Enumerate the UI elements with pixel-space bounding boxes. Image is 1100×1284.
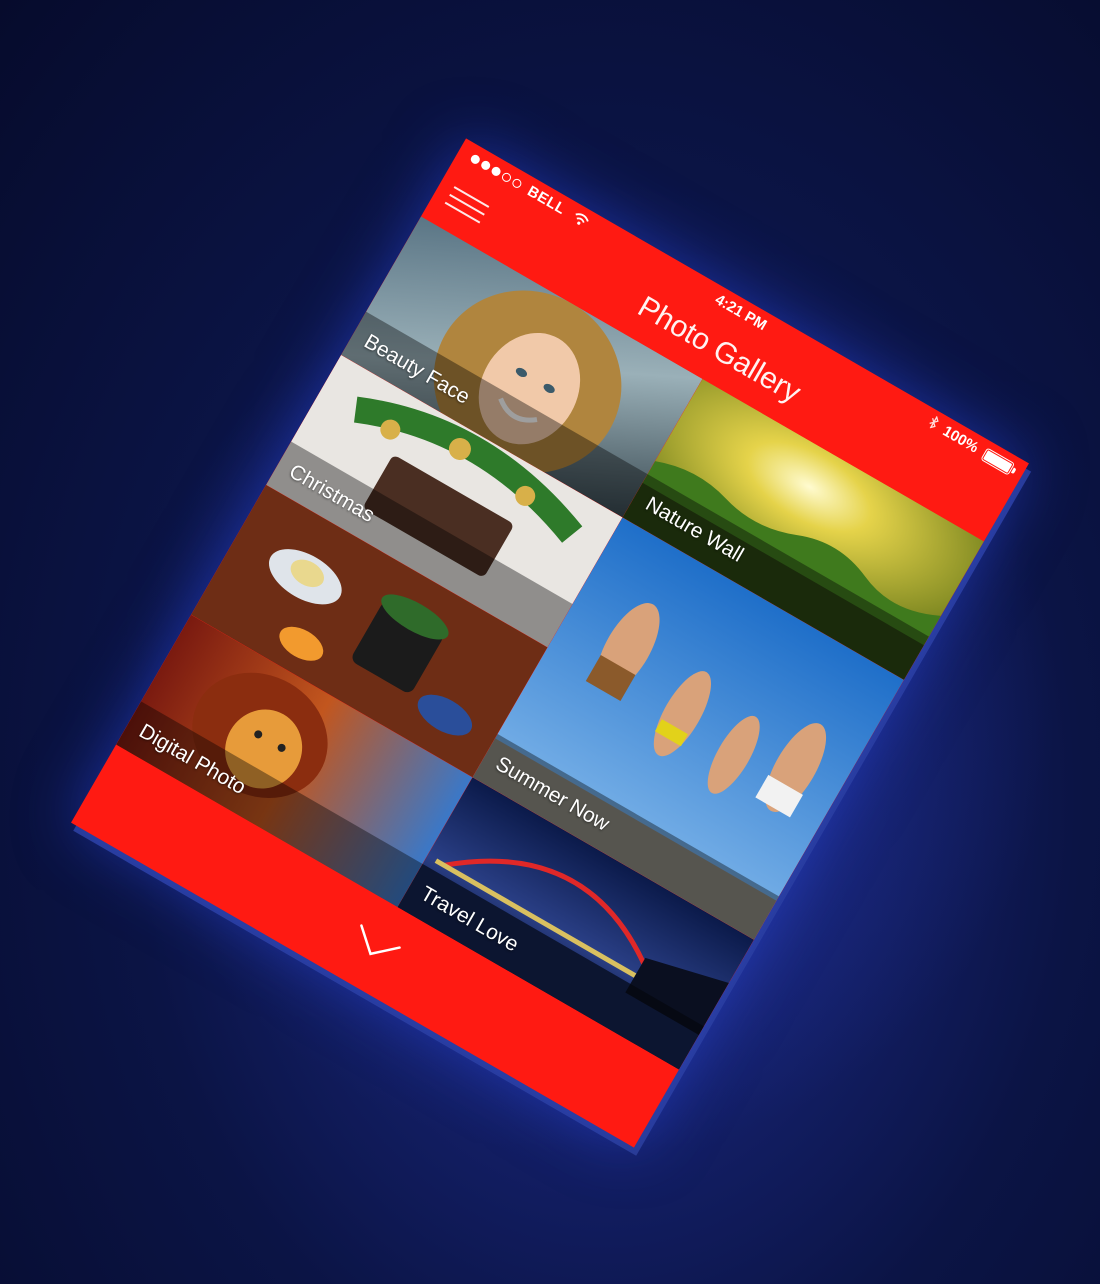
chevron-down-icon[interactable] xyxy=(340,913,412,978)
phone-screen: BELL 4:21 PM 100% Photo Gallery Beauty F… xyxy=(71,138,1029,1148)
photo-grid: Beauty Face Nature Wall Christmas Summer… xyxy=(116,216,984,1070)
